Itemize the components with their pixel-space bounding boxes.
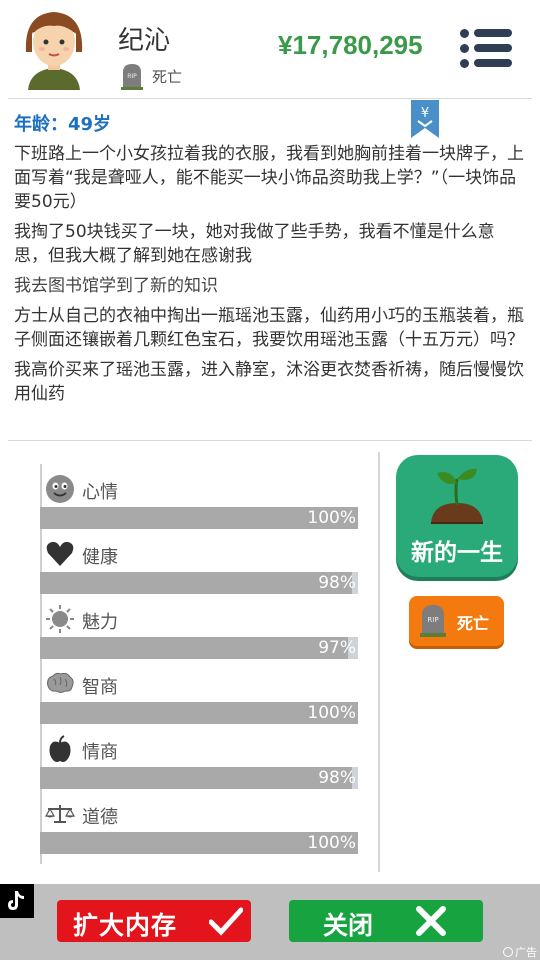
svg-text:RIP: RIP <box>427 616 438 624</box>
stat-value: 97% <box>318 638 356 658</box>
avatar <box>25 12 83 90</box>
expand-memory-label: 扩大内存 <box>73 911 178 940</box>
header: 纪沁 RIP 死亡 ¥17,780,295 <box>0 0 540 98</box>
stat-bar: 100% <box>40 832 358 854</box>
checkmark-icon <box>209 907 243 936</box>
stat-bar: 100% <box>40 507 358 529</box>
expand-memory-button[interactable]: 扩大内存 <box>57 900 251 942</box>
stat-label: 健康 <box>82 547 118 568</box>
scales-icon <box>45 805 75 823</box>
ad-tag: 广告 <box>503 944 537 960</box>
stat-label: 道德 <box>82 807 118 828</box>
log-entry: 我掏了50块钱买了一块，她对我做了些手势，我看不懂是什么意思，但我大概了解到她在… <box>14 222 495 266</box>
stat-value: 100% <box>307 703 356 723</box>
stat-health: 健康 98% <box>40 535 360 600</box>
player-name: 纪沁 <box>118 26 171 56</box>
stat-eq: 情商 98% <box>40 730 360 795</box>
age-heading: 年龄：49岁 <box>14 114 112 135</box>
stat-bar: 98% <box>40 572 358 594</box>
death-label: 死亡 <box>457 614 490 633</box>
menu-button[interactable] <box>460 27 512 69</box>
log-entry: 方士从自己的衣袖中掏出一瓶瑶池玉露，仙药用小巧的玉瓶装着，瓶子侧面还镶嵌着几颗红… <box>14 306 524 350</box>
new-life-button[interactable]: 新的一生 <box>396 455 518 577</box>
stat-label: 魅力 <box>82 612 118 633</box>
close-icon <box>416 906 446 936</box>
status-text: 死亡 <box>152 67 183 86</box>
new-life-label: 新的一生 <box>411 540 503 566</box>
heart-icon <box>46 541 74 566</box>
stat-value: 98% <box>318 573 356 593</box>
tombstone-icon: RIP <box>420 605 446 637</box>
svg-text:RIP: RIP <box>127 73 137 80</box>
log-entry: 下班路上一个小女孩拉着我的衣服，我看到她胸前挂着一块牌子，上面写着“我是聋哑人，… <box>14 144 524 212</box>
info-icon <box>503 947 513 957</box>
life-log: 年龄：49岁 下班路上一个小女孩拉着我的衣服，我看到她胸前挂着一块牌子，上面写着… <box>14 110 524 412</box>
stat-morality: 道德 100% <box>40 795 360 860</box>
money-balance: ¥17,780,295 <box>278 30 423 60</box>
smiley-icon <box>46 475 74 503</box>
header-divider <box>8 98 532 99</box>
ad-tag-text: 广告 <box>515 946 537 959</box>
stats-panel: 心情 100% 健康 98% 魅力 97% 智商 100% 情商 98% 道德 … <box>40 470 360 860</box>
stat-value: 100% <box>307 833 356 853</box>
apple-icon <box>49 735 71 762</box>
sun-icon <box>46 605 74 633</box>
stat-iq: 智商 100% <box>40 665 360 730</box>
stat-label: 智商 <box>82 677 118 698</box>
tombstone-icon: RIP <box>121 64 143 90</box>
close-ad-button[interactable]: 关闭 <box>289 900 483 942</box>
stat-bar-fill <box>40 572 352 594</box>
stat-mood: 心情 100% <box>40 470 360 535</box>
stat-bar-fill <box>40 767 352 789</box>
log-divider <box>8 440 532 441</box>
status-row: RIP 死亡 <box>120 62 182 90</box>
stat-bar: 97% <box>40 637 358 659</box>
log-entry: 我去图书馆学到了新的知识 <box>14 276 218 296</box>
stat-label: 情商 <box>82 742 118 763</box>
tiktok-logo-icon <box>0 884 34 918</box>
stat-label: 心情 <box>82 482 118 503</box>
sprout-icon <box>431 468 483 524</box>
panel-divider <box>378 452 380 872</box>
stat-charm: 魅力 97% <box>40 600 360 665</box>
stat-bar: 100% <box>40 702 358 724</box>
brain-icon <box>47 672 74 693</box>
stat-value: 100% <box>307 508 356 528</box>
log-entry: 我高价买来了瑶池玉露，进入静室，沐浴更衣焚香祈祷，随后慢慢饮用仙药 <box>14 360 524 404</box>
stat-value: 98% <box>318 768 356 788</box>
close-ad-label: 关闭 <box>323 911 374 940</box>
stat-bar: 98% <box>40 767 358 789</box>
stat-bar-fill <box>40 637 349 659</box>
death-button[interactable]: RIP 死亡 <box>409 596 504 646</box>
